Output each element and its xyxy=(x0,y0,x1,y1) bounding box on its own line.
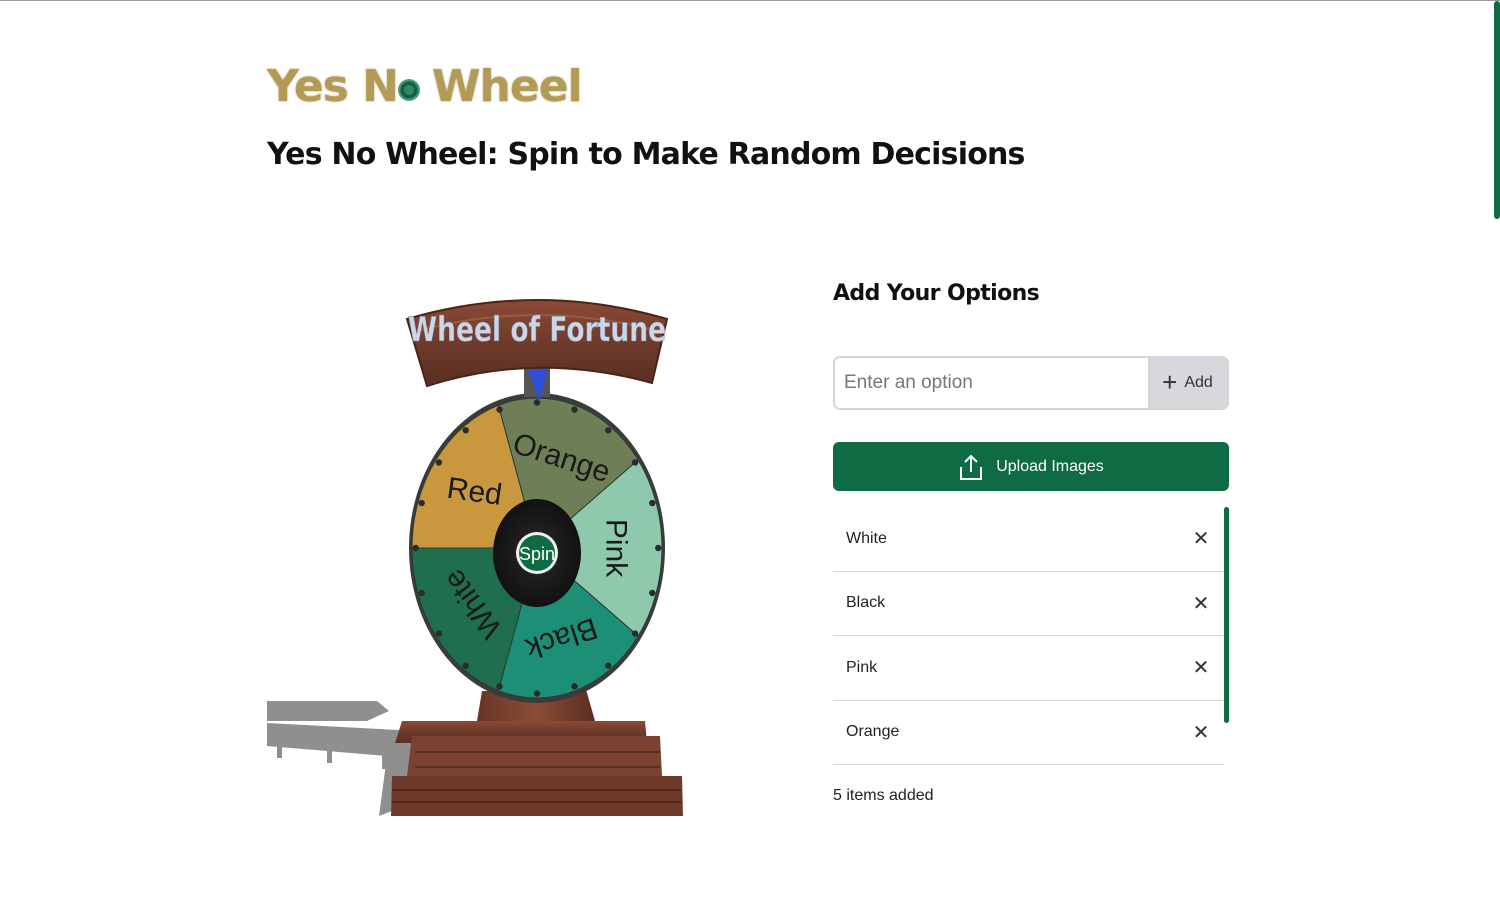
page-title: Yes No Wheel: Spin to Make Random Decisi… xyxy=(267,137,1025,172)
option-input[interactable] xyxy=(835,358,1148,408)
wheel-peg xyxy=(631,459,639,466)
add-button-label: Add xyxy=(1184,374,1213,391)
wheel-peg xyxy=(649,589,656,597)
wheel-peg xyxy=(418,499,425,507)
upload-images-button[interactable]: Upload Images xyxy=(833,442,1229,491)
items-count: 5 items added xyxy=(833,787,934,804)
options-list-container: White ✕ Black ✕ Pink ✕ Orange ✕ xyxy=(833,507,1229,765)
option-label: Pink xyxy=(846,658,878,676)
logo-text-part-1: Yes N xyxy=(267,60,399,112)
site-logo[interactable]: Yes N Wheel xyxy=(267,60,583,112)
wheel-peg xyxy=(605,662,612,669)
list-item: Pink ✕ xyxy=(833,636,1224,701)
plus-icon: + xyxy=(1162,367,1178,397)
wheel-peg xyxy=(435,459,443,466)
spin-button[interactable]: Spin xyxy=(516,532,558,574)
wheel-peg xyxy=(496,406,503,413)
list-item: Black ✕ xyxy=(833,572,1224,636)
wheel-peg xyxy=(533,399,541,406)
close-icon[interactable]: ✕ xyxy=(1193,657,1210,679)
page-scrollbar[interactable] xyxy=(1494,1,1500,219)
close-icon[interactable]: ✕ xyxy=(1193,528,1210,550)
add-option-row: + Add xyxy=(833,356,1229,410)
spin-label: Spin xyxy=(519,544,555,564)
wheel-peg xyxy=(655,544,662,552)
wheel-peg xyxy=(412,544,419,552)
options-heading: Add Your Options xyxy=(833,281,1040,306)
wheel-illustration: Orange Pink Black White Red Spin Wheel of Fo… xyxy=(267,281,727,826)
list-item: Orange ✕ xyxy=(833,701,1224,765)
option-label: White xyxy=(846,529,887,547)
upload-icon xyxy=(958,453,984,481)
list-item: White ✕ xyxy=(833,507,1224,572)
wheel-peg xyxy=(496,683,503,690)
wheel-peg xyxy=(571,406,578,413)
wheel-peg xyxy=(533,690,541,697)
logo-wheel-icon xyxy=(398,79,420,101)
wheel-base xyxy=(391,686,683,816)
option-label: Orange xyxy=(846,723,900,741)
options-list-scrollbar[interactable] xyxy=(1224,507,1229,723)
wheel-peg xyxy=(649,499,656,507)
wheel-peg xyxy=(571,683,578,690)
upload-button-label: Upload Images xyxy=(996,457,1104,475)
option-label: Black xyxy=(846,594,886,612)
wheel-peg xyxy=(435,630,443,637)
add-option-button[interactable]: + Add xyxy=(1148,358,1227,408)
close-icon[interactable]: ✕ xyxy=(1193,593,1210,615)
options-list: White ✕ Black ✕ Pink ✕ Orange ✕ xyxy=(833,507,1224,765)
wheel-peg xyxy=(462,662,469,669)
banner-text: Wheel of Fortune xyxy=(408,311,666,350)
options-panel: Add Your Options + Add Upload Images Whi… xyxy=(833,276,1229,805)
wheel-svg: OrangePinkBlackWhiteRed Spin Wheel of Fo… xyxy=(267,299,683,816)
wheel-segment-label: Pink xyxy=(600,519,633,578)
wheel-peg xyxy=(605,427,612,434)
wheel-peg xyxy=(418,589,425,597)
wheel-peg xyxy=(462,427,469,434)
wheel-peg xyxy=(631,630,639,637)
logo-text-part-2: Wheel xyxy=(432,60,583,112)
close-icon[interactable]: ✕ xyxy=(1193,722,1210,744)
